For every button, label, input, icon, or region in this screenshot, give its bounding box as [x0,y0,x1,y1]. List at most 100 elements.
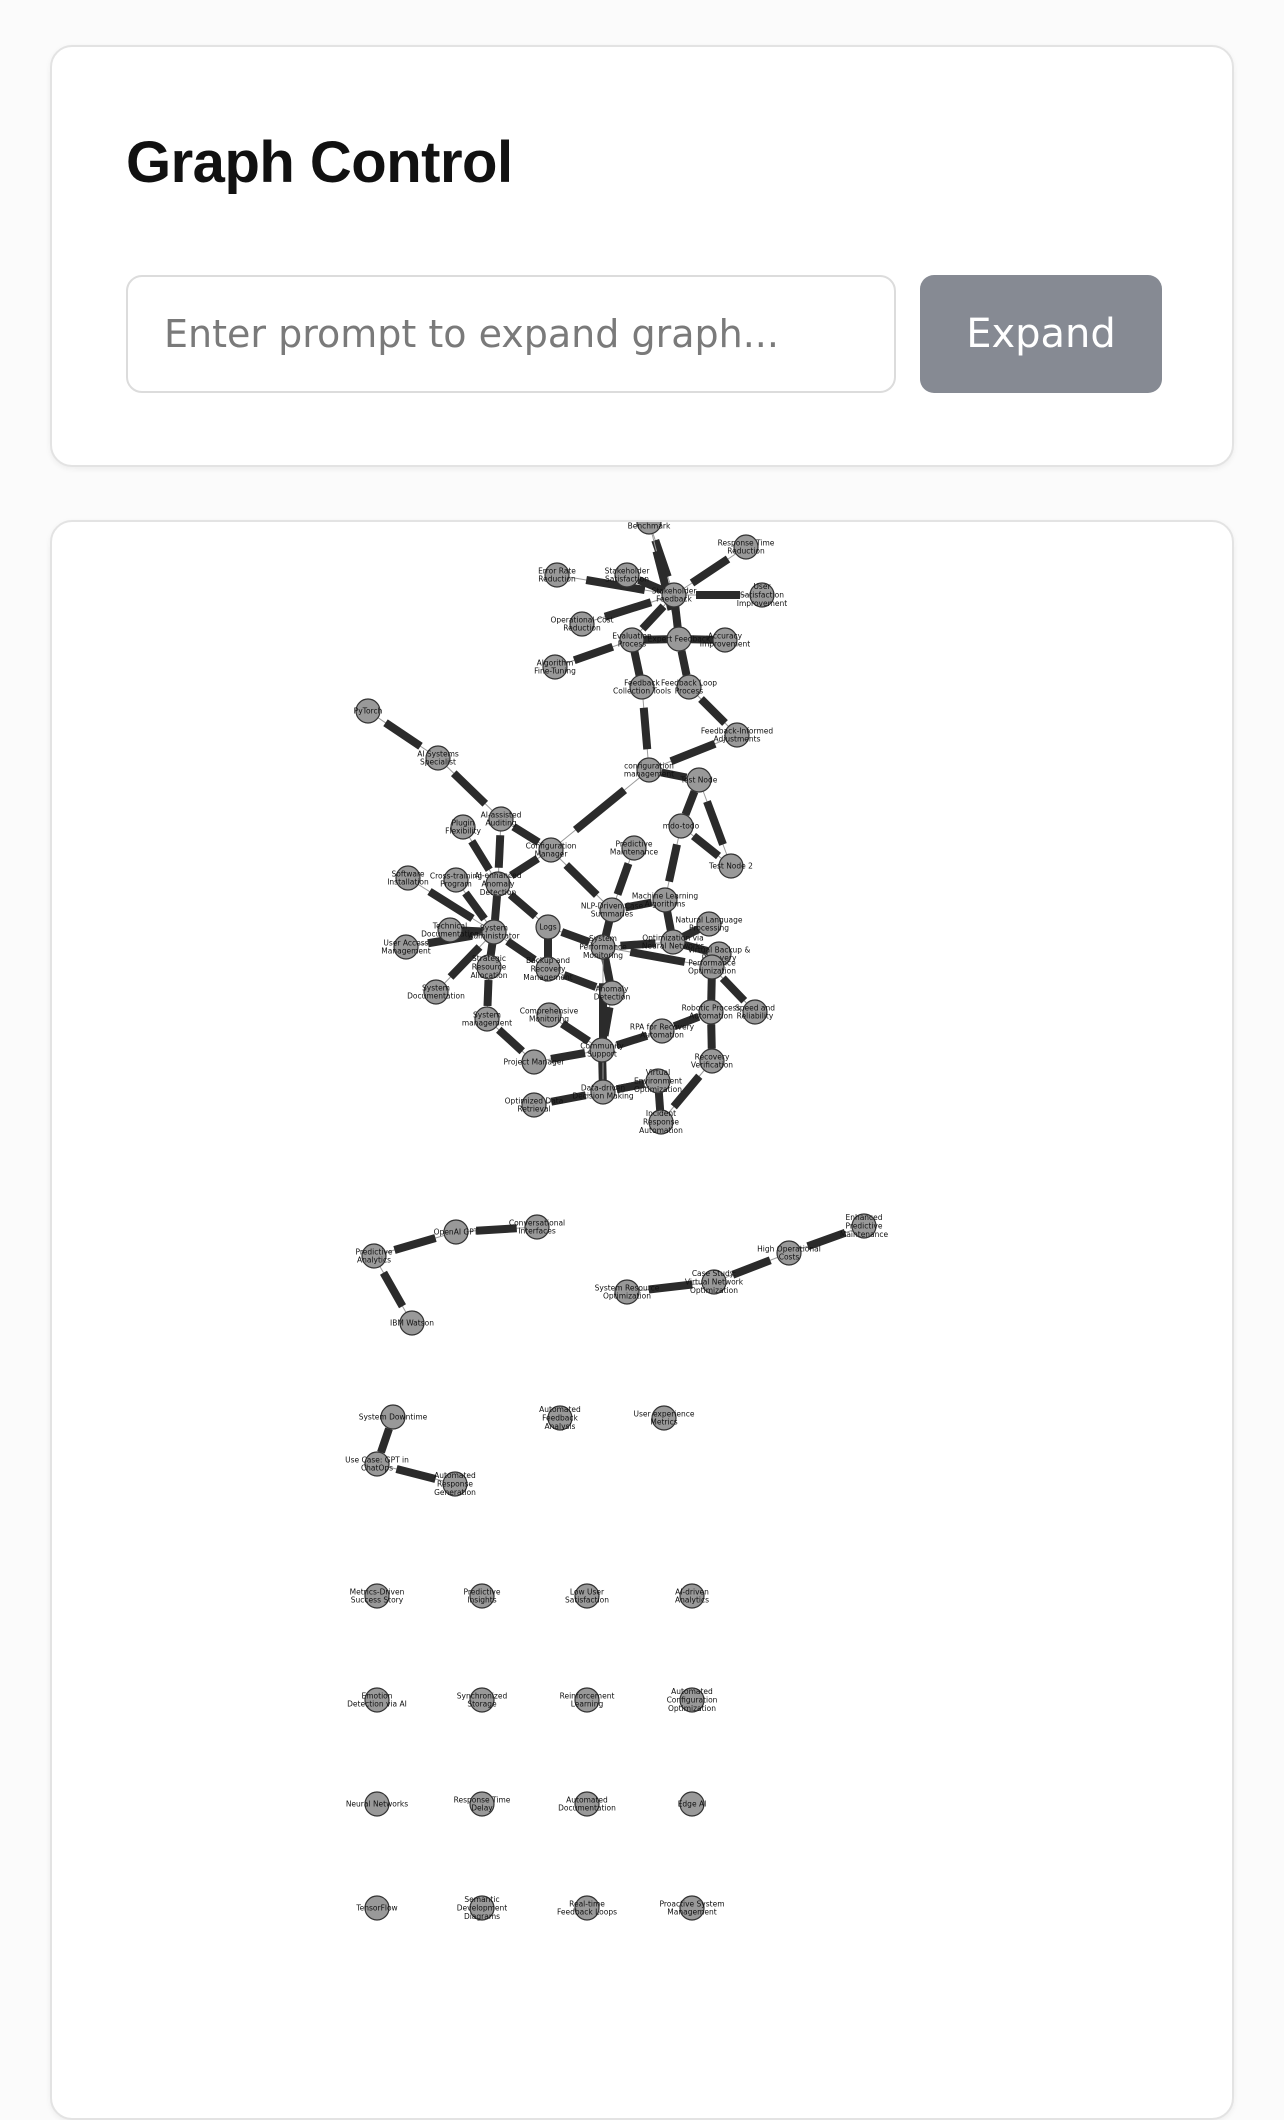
graph-node-label: Emotion Detection via AI [347,1691,407,1708]
graph-node[interactable]: Incident Response Automation [639,1109,683,1135]
graph-node[interactable]: Emotion Detection via AI [347,1687,407,1713]
graph-node-label: Robotic Process Automation [682,1003,741,1020]
graph-node-label: Reinforcement Learning [560,1691,615,1708]
graph-node[interactable]: Real-time Feedback Loops [557,1895,617,1921]
graph-node-label: Error Rate Reduction [538,566,576,583]
graph-node[interactable]: AI-driven Analytics [675,1583,709,1609]
graph-node-label: User Satisfaction Improvement [737,582,788,608]
graph-node[interactable]: Conversational Interfaces [509,1214,565,1240]
graph-node[interactable]: Predictive Insights [464,1583,501,1609]
graph-node[interactable]: User Satisfaction Improvement [737,582,788,608]
prompt-input[interactable] [126,275,896,393]
graph-node-label: System management [462,1010,512,1027]
graph-node[interactable]: Virtual Environment Optimization [634,1068,682,1094]
graph-node-label: Automated Configuration Optimization [667,1687,718,1713]
graph-node-label: Edge AI [678,1800,707,1809]
graph-svg[interactable]: Performance CaseBenchmark Response TimeRe… [52,522,1234,2120]
graph-node[interactable]: Evaluation Process [612,627,652,653]
graph-node[interactable]: Operational Cost Reduction [550,611,614,637]
graph-node[interactable]: Low User Satisfaction [565,1583,609,1609]
graph-node[interactable]: Optimized Data Retrieval [505,1092,564,1118]
graph-node[interactable]: Automated Feedback Analysis [539,1405,581,1431]
graph-node[interactable]: Synchronized Storage [457,1687,508,1713]
graph-node[interactable]: Stakeholder Satisfaction [605,562,651,588]
graph-node[interactable]: Edge AI [678,1791,707,1817]
graph-canvas[interactable]: Performance CaseBenchmark Response TimeRe… [50,520,1234,2120]
graph-node-label: IBM Watson [390,1319,434,1328]
graph-node[interactable]: Algorithm Fine-Tuning [534,654,576,680]
graph-node[interactable]: Performance CaseBenchmark [615,522,684,535]
graph-node[interactable]: Stakeholder Feedback [652,582,698,608]
graph-node-label: TensorFlow [355,1904,397,1913]
graph-node[interactable]: Speed and Reliability [735,999,775,1025]
graph-node-label: Accuracy Improvement [700,631,751,648]
graph-node[interactable]: AI-assisted Auditing [481,806,522,832]
graph-node[interactable]: Automated Response Generation [434,1471,476,1497]
graph-node[interactable]: Anomaly Detection [594,980,631,1006]
graph-node[interactable]: System Resource Optimization [595,1279,660,1305]
graph-node[interactable]: User Access Management [381,934,431,960]
graph-node-label: NLP-Driven Case Summaries [581,901,644,918]
graph-node[interactable]: Predictive Analytics [356,1243,393,1269]
graph-node[interactable]: IBM Watson [390,1310,434,1336]
graph-node[interactable]: Semantic Development Diagrams [457,1895,508,1921]
nodes-layer: Performance CaseBenchmark Response TimeRe… [345,522,889,1921]
graph-node[interactable]: PyTorch [354,698,383,724]
graph-node[interactable]: System Downtime [359,1404,428,1430]
graph-node[interactable]: Automated Configuration Optimization [667,1687,718,1713]
graph-node[interactable]: System management [462,1006,512,1032]
graph-node[interactable]: AI-enhanced Anomaly Detection [474,871,521,897]
graph-node[interactable]: Response Time Delay [454,1791,511,1817]
graph-node[interactable]: Project Manager [504,1049,566,1075]
graph-node-label: Plugin Flexibility [445,818,481,835]
graph-node-label: Predictive Insights [464,1587,501,1604]
graph-node[interactable]: Recovery Verification [691,1048,733,1074]
graph-node-label: Semantic Development Diagrams [457,1895,508,1921]
graph-node-label: configuration management [624,761,674,778]
graph-node[interactable]: NLP-Driven Case Summaries [581,897,644,923]
graph-node[interactable]: Backup and Recovery Management [523,956,572,982]
graph-node-label: Backup and Recovery Management [523,956,572,982]
graph-node[interactable]: Strategic Resource Allocation [471,954,508,980]
graph-node[interactable]: Software Installation [387,865,429,891]
graph-node[interactable]: mdo-todo [663,813,700,839]
graph-node-label: Proactive System Management [659,1899,724,1916]
graph-node[interactable]: Reinforcement Learning [560,1687,615,1713]
graph-node-label: AI-enhanced Anomaly Detection [474,871,521,897]
graph-node[interactable]: Proactive System Management [659,1895,725,1921]
graph-node[interactable]: Performance Optimization [688,954,736,980]
graph-node[interactable]: System Administrator [468,919,520,945]
graph-node[interactable]: Accuracy Improvement [700,627,751,653]
graph-node[interactable]: Enhanced Predictive Maintenance [840,1213,889,1239]
graph-node[interactable]: Predictive Maintenance [610,835,659,861]
graph-node[interactable]: Robotic Process Automation [682,999,741,1025]
graph-node[interactable]: System Documentation [407,979,465,1005]
graph-node-label: Project Manager [504,1058,566,1067]
graph-node[interactable]: Data-driven Decision Making [572,1079,634,1105]
graph-node[interactable]: Error Rate Reduction [538,562,576,588]
graph-node-label: Metrics-Driven Success Story [350,1587,405,1604]
graph-node[interactable]: Logs [535,914,561,940]
graph-node[interactable]: Comprehensive Monitoring [520,1002,579,1028]
graph-node[interactable]: Community Support [580,1037,624,1063]
graph-node[interactable]: User experience Metrics [633,1405,695,1431]
graph-node[interactable]: Test Node [680,767,718,793]
graph-node[interactable]: Automated Documentation [558,1791,616,1817]
graph-node[interactable]: TensorFlow [355,1895,398,1921]
graph-node-label: Predictive Analytics [356,1247,393,1264]
graph-node[interactable]: Neural Networks [346,1791,408,1817]
graph-node-label: Test Node 2 [708,862,753,871]
graph-node[interactable]: Response Time Reduction [718,534,775,560]
graph-node-label: Conversational Interfaces [509,1218,565,1235]
graph-node[interactable]: configuration management [624,757,674,783]
graph-node[interactable]: Plugin Flexibility [445,814,481,840]
graph-node[interactable]: OpenAI GPT [434,1219,479,1245]
graph-node[interactable]: RPA for Recovery Automation [630,1018,695,1044]
expand-button[interactable]: Expand [920,275,1162,393]
graph-node-label: Configuration Manager [526,841,577,858]
graph-node-label: Logs [539,923,556,932]
graph-node-label: Low User Satisfaction [565,1587,609,1604]
graph-node[interactable]: Metrics-Driven Success Story [350,1583,405,1609]
graph-node[interactable]: AI Systems Specialist [417,745,459,771]
graph-node[interactable]: Case Study: Virtual Network Optimization [685,1269,744,1295]
